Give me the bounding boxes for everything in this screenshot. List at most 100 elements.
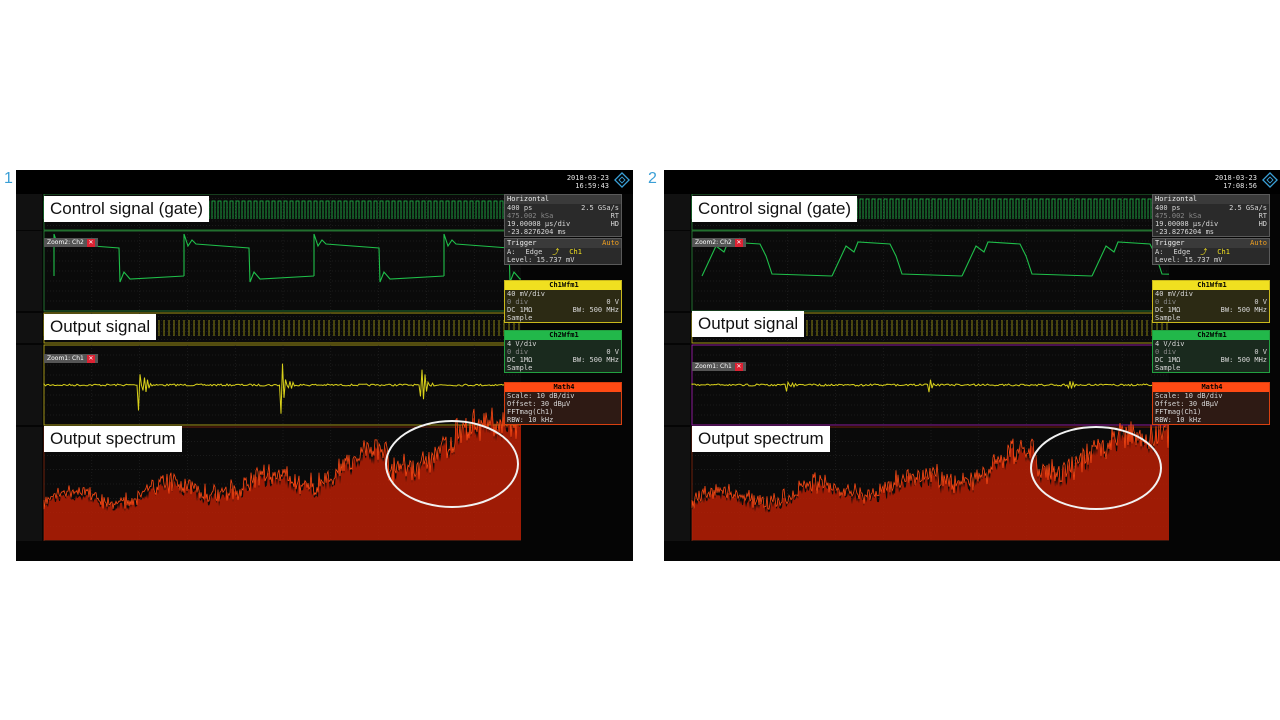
panel-number-1: 1 [4,170,13,187]
trigger-title: Trigger [1155,239,1185,247]
axis-label-strip [16,313,42,343]
trigger-mode: Auto [602,239,619,247]
panel-number-2: 2 [648,170,657,187]
zoom1-tag[interactable]: Zoom1: Ch1 ✕ [44,354,98,363]
highlight-ellipse [1030,426,1162,510]
axis-label-strip [16,427,42,541]
datetime: 2018-03-23 16:59:43 [567,174,609,190]
ch2-box[interactable]: Ch2Wfm1 4 V/div 0 div 0 V DC 1MΩ BW: 500 M… [1152,330,1270,373]
math-function: FFTmag(Ch1) [507,408,554,416]
axis-label-strip [16,345,42,425]
record-length: 475.002 kSa [1155,212,1202,220]
callout-output-spectrum: Output spectrum [692,426,830,452]
trigger-box[interactable]: Trigger Auto A: Edge ⤴ Ch1 Level: 15.737 mV [504,238,622,265]
ch2-coupling: DC 1MΩ [1155,356,1181,364]
math-scale: Scale: 10 dB/div [1155,392,1223,400]
highlight-ellipse [385,420,519,508]
trigger-channel: Ch1 [1217,248,1230,256]
close-icon[interactable]: ✕ [86,239,95,247]
ch1-offset-v: 0 V [606,298,619,306]
axis-label-strip [664,313,690,343]
sample-rate: 2.5 GSa/s [1229,204,1267,212]
zoom2-tag[interactable]: Zoom2: Ch2 ✕ [692,238,746,247]
ch2-bandwidth: BW: 500 MHz [1220,356,1267,364]
math-title: Math4 [1153,383,1269,392]
trigger-type: Edge [525,248,543,256]
horizontal-title: Horizontal [1153,195,1269,204]
oscilloscope-screen-2: 2018-03-23 17:08:56 Zoom2: Ch2 ✕ Zoom1: C… [664,170,1280,561]
trigger-source-label: A: [1155,248,1164,256]
ch2-title: Ch2Wfm1 [505,331,621,340]
ch1-acquisition: Sample [507,314,533,322]
ch1-offset-div: 0 div [507,298,529,306]
ch2-scale: 4 V/div [1155,340,1185,348]
axis-label-strip [664,194,690,230]
ch1-scale: 40 mV/div [507,290,545,298]
ch1-scale: 40 mV/div [1155,290,1193,298]
date: 2018-03-23 [566,174,609,182]
edge-icon: ⤴ [552,248,560,256]
rs-diamond-logo-icon [614,172,630,188]
callout-output-signal: Output signal [692,311,805,337]
ch1-box[interactable]: Ch1Wfm1 40 mV/div 0 div 0 V DC 1MΩ BW: 500… [504,280,622,323]
ch2-scale: 4 V/div [507,340,537,348]
math-rbw: RBW: 10 kHz [1155,416,1202,424]
axis-label-strip [16,231,42,311]
callout-control-signal: Control signal (gate) [44,196,210,222]
ch1-bandwidth: BW: 500 MHz [1220,306,1267,314]
close-icon[interactable]: ✕ [734,363,743,371]
time: 16:59:43 [575,182,609,190]
ch1-offset-div: 0 div [1155,298,1177,306]
ch2-title: Ch2Wfm1 [1153,331,1269,340]
ch1-coupling: DC 1MΩ [1155,306,1181,314]
ch2-box[interactable]: Ch2Wfm1 4 V/div 0 div 0 V DC 1MΩ BW: 500 M… [504,330,622,373]
axis-label-strip [16,194,42,230]
sample-rate: 2.5 GSa/s [581,204,619,212]
horizontal-box[interactable]: Horizontal 400 ps 2.5 GSa/s 475.002 kSa RT… [504,194,622,237]
math-box[interactable]: Math4 Scale: 10 dB/div Offset: 30 dBµV F… [1152,382,1270,425]
record-length: 475.002 kSa [507,212,554,220]
date: 2018-03-23 [1214,174,1257,182]
top-bar: 2018-03-23 17:08:56 [664,170,1280,194]
callout-control-signal: Control signal (gate) [692,196,858,222]
edge-icon: ⤴ [1200,248,1208,256]
ch2-offset-v: 0 V [1254,348,1267,356]
ch2-offset-div: 0 div [507,348,529,356]
horizontal-resolution: 400 ps [1155,204,1181,212]
hd-mode: HD [1258,220,1267,228]
ch2-acquisition: Sample [507,364,533,372]
trigger-channel: Ch1 [569,248,582,256]
hd-mode: HD [610,220,619,228]
zoom2-tag[interactable]: Zoom2: Ch2 ✕ [44,238,98,247]
ch1-box[interactable]: Ch1Wfm1 40 mV/div 0 div 0 V DC 1MΩ BW: 500… [1152,280,1270,323]
horizontal-box[interactable]: Horizontal 400 ps 2.5 GSa/s 475.002 kSa RT… [1152,194,1270,237]
close-icon[interactable]: ✕ [86,355,95,363]
ch2-offset-v: 0 V [606,348,619,356]
acq-mode: RT [610,212,619,220]
horizontal-position: -23.8276204 ms [507,228,567,236]
top-bar: 2018-03-23 16:59:43 [16,170,633,194]
acq-mode: RT [1258,212,1267,220]
time: 17:08:56 [1223,182,1257,190]
math-scale: Scale: 10 dB/div [507,392,575,400]
oscilloscope-screen-1: 2018-03-23 16:59:43 Zoom2: Ch2 ✕ Zoom1: C… [16,170,633,561]
ch1-title: Ch1Wfm1 [505,281,621,290]
trigger-box[interactable]: Trigger Auto A: Edge ⤴ Ch1 Level: 15.737 mV [1152,238,1270,265]
math-title: Math4 [505,383,621,392]
ch1-acquisition: Sample [1155,314,1181,322]
ch2-coupling: DC 1MΩ [507,356,533,364]
trigger-level: Level: 15.737 mV [507,256,575,264]
callout-output-signal: Output signal [44,314,157,340]
close-icon[interactable]: ✕ [734,239,743,247]
side-panel: Horizontal 400 ps 2.5 GSa/s 475.002 kSa RT… [504,194,633,544]
ch1-bandwidth: BW: 500 MHz [572,306,619,314]
math-function: FFTmag(Ch1) [1155,408,1202,416]
datetime: 2018-03-23 17:08:56 [1215,174,1257,190]
math-box[interactable]: Math4 Scale: 10 dB/div Offset: 30 dBµV F… [504,382,622,425]
horizontal-position: -23.8276204 ms [1155,228,1215,236]
axis-label-strip [664,345,690,425]
time-scale: 19.00008 µs/div [1155,220,1219,228]
zoom1-tag[interactable]: Zoom1: Ch1 ✕ [692,362,746,371]
math-offset: Offset: 30 dBµV [1155,400,1219,408]
ch1-coupling: DC 1MΩ [507,306,533,314]
